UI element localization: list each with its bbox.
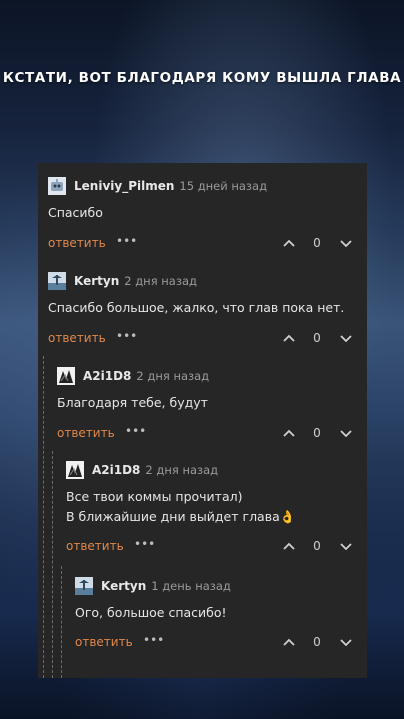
timestamp: 1 день назад (151, 579, 231, 593)
comment-text-line: Все твои коммы прочитал) (66, 489, 243, 504)
reply-button[interactable]: ответить (75, 632, 133, 652)
comment: Leniviy_Pilmen 15 дней назад Спасибо отв… (48, 176, 353, 256)
reply-button[interactable]: ответить (57, 423, 115, 443)
comment: Kertyn 1 день назад Ого, большое спасибо… (75, 576, 353, 656)
landscape-avatar-icon[interactable] (48, 272, 66, 290)
vote-score: 0 (313, 331, 321, 345)
timestamp: 15 дней назад (179, 179, 268, 193)
comment-header: A2i1D8 2 дня назад (57, 366, 209, 386)
comments-panel: Leniviy_Pilmen 15 дней назад Спасибо отв… (38, 163, 367, 678)
comment-text: Спасибо (48, 205, 103, 220)
comment-text: Спасибо большое, жалко, что глав пока не… (48, 300, 345, 315)
reply-button[interactable]: ответить (66, 536, 124, 556)
downvote-icon[interactable] (338, 235, 354, 251)
thread-line (52, 451, 54, 678)
vote-score: 0 (313, 539, 321, 553)
upvote-icon[interactable] (281, 634, 297, 650)
username[interactable]: Kertyn (74, 274, 119, 288)
comment: Kertyn 2 дня назад Спасибо большое, жалк… (48, 271, 353, 351)
image-caption: Кстати, вот благодаря кому вышла глава (2, 70, 402, 86)
downvote-icon[interactable] (338, 538, 354, 554)
manga-avatar-icon[interactable] (57, 367, 75, 385)
timestamp: 2 дня назад (145, 463, 219, 477)
comment-actions: ответить ••• 0 (57, 423, 353, 443)
comment-actions: ответить ••• 0 (75, 632, 353, 652)
downvote-icon[interactable] (338, 634, 354, 650)
manga-avatar-icon[interactable] (66, 461, 84, 479)
downvote-icon[interactable] (338, 425, 354, 441)
more-options-icon[interactable]: ••• (134, 536, 155, 552)
upvote-icon[interactable] (281, 538, 297, 554)
landscape-avatar-icon[interactable] (75, 577, 93, 595)
reply-button[interactable]: ответить (48, 328, 106, 348)
robot-avatar-icon[interactable] (48, 177, 66, 195)
comment-header: Kertyn 2 дня назад (48, 271, 197, 291)
more-options-icon[interactable]: ••• (116, 233, 137, 249)
comment-actions: ответить ••• 0 (48, 328, 353, 348)
username[interactable]: Leniviy_Pilmen (74, 179, 174, 193)
more-options-icon[interactable]: ••• (125, 423, 146, 439)
comment-header: Leniviy_Pilmen 15 дней назад (48, 176, 267, 196)
username[interactable]: A2i1D8 (92, 463, 140, 477)
username[interactable]: Kertyn (101, 579, 146, 593)
vote-score: 0 (313, 426, 321, 440)
comment: A2i1D8 2 дня назад Все твои коммы прочит… (66, 460, 353, 560)
vote-score: 0 (313, 236, 321, 250)
comment-text: Ого, большое спасибо! (75, 605, 227, 620)
timestamp: 2 дня назад (136, 369, 210, 383)
comment-text: Благодаря тебе, будут (57, 395, 208, 410)
timestamp: 2 дня назад (124, 274, 197, 288)
upvote-icon[interactable] (281, 235, 297, 251)
comment-header: A2i1D8 2 дня назад (66, 460, 218, 480)
upvote-icon[interactable] (281, 425, 297, 441)
reply-button[interactable]: ответить (48, 233, 106, 253)
comment-header: Kertyn 1 день назад (75, 576, 231, 596)
thread-line (43, 356, 45, 678)
comment-text-line: В ближайшие дни выйдет глава👌 (66, 509, 296, 524)
comment: A2i1D8 2 дня назад Благодаря тебе, будут… (57, 366, 353, 446)
more-options-icon[interactable]: ••• (143, 632, 164, 648)
thread-line (61, 566, 63, 678)
username[interactable]: A2i1D8 (83, 369, 131, 383)
vote-score: 0 (313, 635, 321, 649)
comment-actions: ответить ••• 0 (48, 233, 353, 253)
downvote-icon[interactable] (338, 330, 354, 346)
more-options-icon[interactable]: ••• (116, 328, 137, 344)
comment-actions: ответить ••• 0 (66, 536, 353, 556)
upvote-icon[interactable] (281, 330, 297, 346)
